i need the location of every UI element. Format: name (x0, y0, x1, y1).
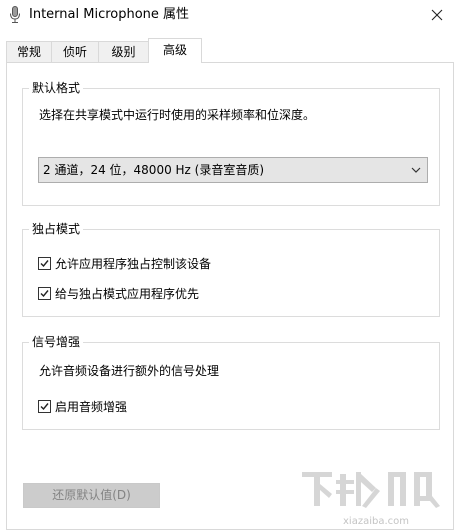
window-title: Internal Microphone 属性 (29, 7, 190, 22)
restore-defaults-label: 还原默认值(D) (52, 488, 131, 502)
signal-enhancement-description: 允许音频设备进行额外的信号处理 (39, 364, 220, 378)
group-label-signal-enhancement: 信号增强 (29, 334, 84, 350)
checkmark-icon (40, 260, 49, 268)
checkmark-icon (40, 290, 49, 298)
tab-levels[interactable]: 级别 (98, 41, 149, 62)
audio-enhancement-checkbox[interactable] (38, 400, 51, 413)
tab-listen[interactable]: 侦听 (51, 41, 99, 62)
exclusive-priority-label: 给与独占模式应用程序优先 (55, 287, 200, 301)
exclusive-control-checkbox[interactable] (38, 257, 51, 270)
microphone-icon (10, 6, 20, 23)
default-format-description: 选择在共享模式中运行时使用的采样频率和位深度。 (39, 108, 316, 122)
title-bar: Internal Microphone 属性 (0, 0, 460, 30)
tab-general[interactable]: 常规 (6, 41, 52, 62)
tab-label: 高级 (162, 43, 187, 57)
restore-defaults-button[interactable]: 还原默认值(D) (23, 483, 160, 508)
download-site-watermark: xiazaiba.com (302, 472, 440, 527)
audio-enhancement-label: 启用音频增强 (55, 400, 128, 414)
signal-enhancement-group: 信号增强 (22, 334, 440, 430)
tab-label: 常规 (16, 45, 41, 59)
sample-format-value: 2 通道，24 位，48000 Hz (录音室音质) (43, 163, 265, 177)
group-label-default-format: 默认格式 (29, 80, 84, 96)
tab-strip: 常规 侦听 级别 高级 (0, 38, 460, 63)
tab-advanced[interactable]: 高级 (148, 38, 202, 63)
exclusive-control-label: 允许应用程序独占控制该设备 (55, 257, 212, 271)
exclusive-mode-group: 独占模式 (22, 221, 440, 317)
close-icon (431, 9, 443, 21)
sample-format-dropdown[interactable]: 2 通道，24 位，48000 Hz (录音室音质) (38, 157, 428, 183)
group-label-exclusive-mode: 独占模式 (29, 221, 84, 237)
default-format-group: 默认格式 (22, 80, 440, 206)
chevron-down-icon (411, 167, 421, 173)
exclusive-priority-checkbox[interactable] (38, 287, 51, 300)
checkmark-icon (40, 403, 49, 411)
watermark-text: xiazaiba.com (343, 516, 409, 527)
tab-label: 侦听 (62, 45, 87, 59)
tab-label: 级别 (111, 45, 136, 59)
close-button[interactable] (414, 0, 460, 30)
